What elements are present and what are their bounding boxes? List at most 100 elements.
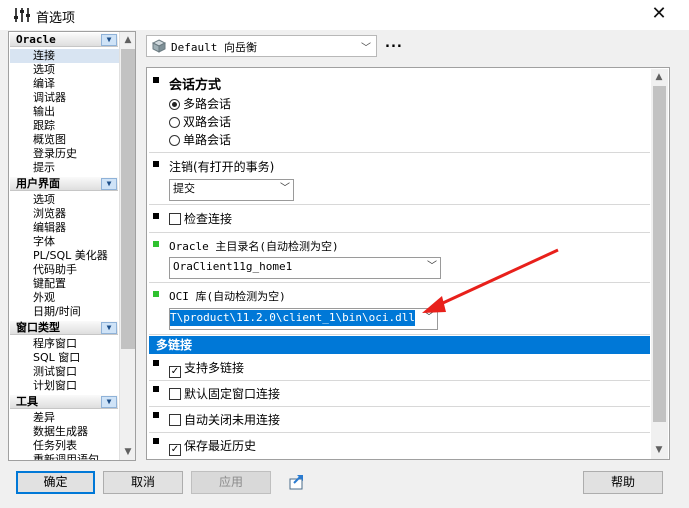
radio-single-session[interactable]: 单路会话 xyxy=(169,132,231,148)
profile-more-button[interactable]: ... xyxy=(385,36,403,51)
session-mode-section: 会话方式 多路会话 双路会话 单路会话 xyxy=(149,70,650,153)
radio-label: 双路会话 xyxy=(183,115,232,129)
checkbox-label: 检查连接 xyxy=(184,212,233,226)
window-title: 首选项 xyxy=(36,11,76,26)
checkbox-icon[interactable] xyxy=(169,213,181,225)
default-marker xyxy=(153,412,159,418)
default-marker xyxy=(153,77,159,83)
scroll-down-icon[interactable]: ▼ xyxy=(120,444,135,460)
close-button[interactable]: ✕ xyxy=(646,3,672,25)
oracle-home-value: OraClient11g_home1 xyxy=(173,260,293,273)
changed-marker xyxy=(153,291,159,297)
tree-item[interactable]: 跟踪 xyxy=(33,119,119,133)
tree-item[interactable]: 测试窗口 xyxy=(33,365,119,379)
oracle-home-title: Oracle 主目录名(自动检测为空) xyxy=(169,240,339,253)
changed-marker xyxy=(153,241,159,247)
tree-item[interactable]: 输出 xyxy=(33,105,119,119)
radio-multi-session[interactable]: 多路会话 xyxy=(169,96,231,112)
tree-item[interactable]: 编译 xyxy=(33,77,119,91)
tree-item[interactable]: PL/SQL 美化器 xyxy=(33,249,119,263)
multi-option-row: 默认固定窗口连接 xyxy=(149,381,650,407)
checkbox-checked-icon[interactable]: ✓ xyxy=(169,444,181,456)
help-button[interactable]: 帮助 xyxy=(583,471,663,494)
check-connection-checkbox[interactable]: 检查连接 xyxy=(169,211,232,227)
checkbox-label: 默认固定窗口连接 xyxy=(184,387,281,401)
radio-icon[interactable] xyxy=(169,99,180,110)
radio-icon[interactable] xyxy=(169,117,180,128)
tree-item[interactable]: 编辑器 xyxy=(33,221,119,235)
tree-item[interactable]: 提示 xyxy=(33,161,119,175)
profile-value: Default 向岳衡 xyxy=(171,41,257,54)
cancel-button[interactable]: 取消 xyxy=(103,471,183,494)
tree-item[interactable]: SQL 窗口 xyxy=(33,351,119,365)
logoff-select[interactable]: 提交 ﹀ xyxy=(169,179,294,201)
tree-category-tools[interactable]: 工具 ▼ xyxy=(10,395,118,409)
oci-library-select[interactable]: LINET\product\11.2.0\client_1\bin\oci.dl… xyxy=(169,308,438,330)
chevron-down-icon: ﹀ xyxy=(361,43,371,54)
tree-item[interactable]: 差异 xyxy=(33,411,119,425)
radio-icon[interactable] xyxy=(169,135,180,146)
oci-library-value[interactable]: LINET\product\11.2.0\client_1\bin\oci.dl… xyxy=(170,310,415,326)
settings-scrollbar[interactable]: ▲ ▼ xyxy=(651,69,668,459)
tree-item[interactable]: 浏览器 xyxy=(33,207,119,221)
tree-category-window-types[interactable]: 窗口类型 ▼ xyxy=(10,321,118,335)
tree-item[interactable]: 选项 xyxy=(33,63,119,77)
checkbox-icon[interactable] xyxy=(169,388,181,400)
tree-item[interactable]: 字体 xyxy=(33,235,119,249)
radio-label: 单路会话 xyxy=(183,133,232,147)
tree-item[interactable]: 选项 xyxy=(33,193,119,207)
multi-option-row: ✓ 保存最近历史 xyxy=(149,433,650,458)
tree-item[interactable]: 数据生成器 xyxy=(33,425,119,439)
checkbox-checked-icon[interactable]: ✓ xyxy=(169,366,181,378)
check-connection-section: 检查连接 xyxy=(149,206,650,233)
apply-button[interactable]: 应用 xyxy=(191,471,271,494)
tree-item[interactable]: 重新调用语句 xyxy=(33,453,119,460)
tree-item[interactable]: 代码助手 xyxy=(33,263,119,277)
profile-select[interactable]: Default 向岳衡 ﹀ xyxy=(146,35,377,57)
tree-item[interactable]: 日期/时间 xyxy=(33,305,119,319)
checkbox-icon[interactable] xyxy=(169,414,181,426)
category-label: 工具 xyxy=(16,395,38,408)
tree-item[interactable]: 外观 xyxy=(33,291,119,305)
scroll-up-icon[interactable]: ▲ xyxy=(120,32,135,48)
logoff-value: 提交 xyxy=(173,182,195,195)
scrollbar-thumb[interactable] xyxy=(121,49,135,349)
multi-connection-header: 多链接 xyxy=(149,336,650,354)
tree-item[interactable]: 概览图 xyxy=(33,133,119,147)
support-multi-connection-checkbox[interactable]: ✓ 支持多链接 xyxy=(169,360,245,378)
export-settings-icon[interactable] xyxy=(288,473,306,491)
tree-item[interactable]: 计划窗口 xyxy=(33,379,119,393)
collapse-icon[interactable]: ▼ xyxy=(101,396,117,408)
session-mode-title: 会话方式 xyxy=(169,78,222,93)
radio-dual-session[interactable]: 双路会话 xyxy=(169,114,231,130)
tree-item[interactable]: 键配置 xyxy=(33,277,119,291)
scroll-up-icon[interactable]: ▲ xyxy=(651,69,667,85)
scrollbar-thumb[interactable] xyxy=(653,86,666,422)
ok-button[interactable]: 确定 xyxy=(16,471,95,494)
tree-item[interactable]: 程序窗口 xyxy=(33,337,119,351)
checkbox-label: 支持多链接 xyxy=(184,361,245,375)
oracle-home-select[interactable]: OraClient11g_home1 ﹀ xyxy=(169,257,441,279)
tree-item[interactable]: 调试器 xyxy=(33,91,119,105)
oracle-home-section: Oracle 主目录名(自动检测为空) OraClient11g_home1 ﹀ xyxy=(149,234,650,283)
collapse-icon[interactable]: ▼ xyxy=(101,322,117,334)
oci-library-section: OCI 库(自动检测为空) LINET\product\11.2.0\clien… xyxy=(149,284,650,335)
collapse-icon[interactable]: ▼ xyxy=(101,34,117,46)
logoff-title: 注销(有打开的事务) xyxy=(169,160,275,174)
checkbox-label: 自动关闭未用连接 xyxy=(184,413,281,427)
tree-item[interactable]: 任务列表 xyxy=(33,439,119,453)
tree-category-ui[interactable]: 用户界面 ▼ xyxy=(10,177,118,191)
tree-category-oracle[interactable]: Oracle ▼ xyxy=(10,33,118,47)
chevron-down-icon: ﹀ xyxy=(280,183,290,194)
auto-close-connection-checkbox[interactable]: 自动关闭未用连接 xyxy=(169,412,280,428)
scroll-down-icon[interactable]: ▼ xyxy=(651,442,667,458)
default-marker xyxy=(153,386,159,392)
multi-option-row: 自动关闭未用连接 xyxy=(149,407,650,433)
fixed-window-connection-checkbox[interactable]: 默认固定窗口连接 xyxy=(169,386,280,402)
tree-item-connection[interactable]: 连接 xyxy=(10,49,135,63)
tree-scrollbar[interactable]: ▲ ▼ xyxy=(119,32,135,460)
collapse-icon[interactable]: ▼ xyxy=(101,178,117,190)
tree-item[interactable]: 登录历史 xyxy=(33,147,119,161)
save-history-checkbox[interactable]: ✓ 保存最近历史 xyxy=(169,438,256,456)
default-marker xyxy=(153,360,159,366)
